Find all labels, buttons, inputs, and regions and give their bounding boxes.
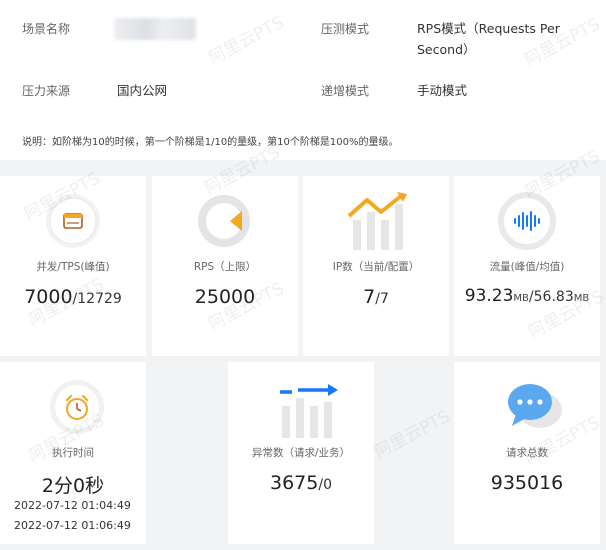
errors-caption: 异常数（请求/业务） — [251, 447, 351, 459]
duration-card: 执行时间 2分0秒 2022-07-12 01:04:49 2022-07-12… — [0, 362, 146, 544]
ramp-mode-label: 递增模式 — [321, 84, 370, 98]
rps-card: RPS（上限） 25000 — [152, 176, 298, 356]
pressure-mode-value: RPS模式（Requests Per Second） — [417, 18, 560, 60]
concurrency-peak: 7000 — [24, 286, 73, 308]
duration-caption: 执行时间 — [52, 447, 94, 459]
watermark: 阿里云PTS — [371, 406, 454, 463]
duration-value: 2分0秒 — [41, 475, 105, 497]
rps-value: 25000 — [194, 286, 256, 308]
traffic-caption: 流量(峰值/均值) — [489, 261, 565, 273]
wallet-icon — [44, 192, 102, 254]
alarm-clock-icon — [48, 378, 106, 440]
concurrency-caption: 并发/TPS(峰值) — [36, 261, 110, 273]
ip-caption: IP数（当前/配置） — [332, 261, 420, 273]
ip-configured: 7 — [379, 291, 389, 307]
start-time: 2022-07-12 01:04:49 — [14, 499, 131, 512]
traffic-peak-unit: MB — [513, 293, 529, 304]
traffic-peak: 93.23 — [464, 286, 514, 306]
pressure-mode-value-line1: RPS模式（Requests Per — [417, 21, 560, 36]
tps-peak: 12729 — [77, 291, 122, 307]
pressure-mode-label: 压测模式 — [321, 22, 370, 36]
errors-value: 3675/0 — [228, 472, 374, 494]
ip-current: 7 — [363, 286, 376, 308]
gauge-icon — [196, 192, 256, 254]
traffic-value: 93.23MB/56.83MB — [454, 286, 600, 306]
chat-bubble-icon — [502, 380, 566, 440]
request-errors: 3675 — [270, 472, 319, 494]
end-time: 2022-07-12 01:06:49 — [14, 519, 131, 532]
trend-bars-icon — [347, 190, 411, 256]
error-bars-icon — [276, 380, 340, 444]
info-panel: 场景名称 压测模式 RPS模式（Requests Per Second） 压力来… — [0, 0, 606, 160]
errors-card: 异常数（请求/业务） 3675/0 — [228, 362, 374, 544]
total-requests-card: 请求总数 935016 — [454, 362, 600, 544]
scene-name-value-blurred — [114, 18, 196, 40]
traffic-card: 流量(峰值/均值) 93.23MB/56.83MB — [454, 176, 600, 356]
pressure-source-value: 国内公网 — [117, 83, 168, 98]
pressure-mode-value-line2: Second） — [417, 42, 476, 57]
concurrency-value: 7000/12729 — [0, 286, 146, 308]
pressure-source-label: 压力来源 — [22, 84, 71, 98]
total-requests-value: 935016 — [490, 472, 564, 494]
concurrency-card: 并发/TPS(峰值) 7000/12729 — [0, 176, 146, 356]
traffic-average-unit: MB — [573, 293, 590, 304]
rps-caption: RPS（上限） — [193, 261, 257, 273]
scene-name-label: 场景名称 — [22, 22, 71, 36]
traffic-average: 56.83 — [533, 289, 574, 305]
ramp-mode-value: 手动模式 — [417, 83, 468, 98]
ip-value: 7/7 — [303, 286, 449, 308]
stage-explanation-note: 说明：如阶梯为10的时候，第一个阶梯是1/10的量级，第10个阶梯是100%的量… — [22, 137, 399, 148]
ip-card: IP数（当前/配置） 7/7 — [303, 176, 449, 356]
waveform-icon — [498, 192, 556, 254]
total-requests-caption: 请求总数 — [506, 447, 548, 459]
business-errors: 0 — [323, 477, 332, 493]
